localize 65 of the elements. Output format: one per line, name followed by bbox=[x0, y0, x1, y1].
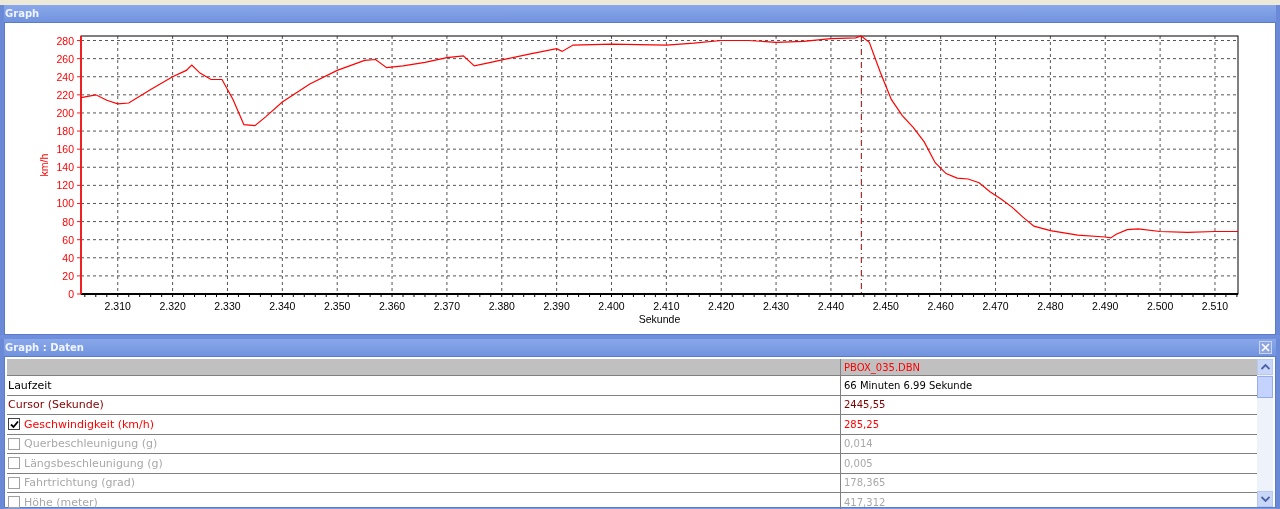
x-tick-label: 2.440 bbox=[817, 300, 845, 312]
checkbox[interactable] bbox=[8, 457, 20, 470]
x-tick-label: 2.310 bbox=[104, 300, 131, 312]
scroll-up-button[interactable] bbox=[1257, 359, 1273, 375]
value-cell-text: 285,25 bbox=[843, 417, 880, 432]
x-tick-label: 2.400 bbox=[598, 300, 625, 312]
y-tick-label: 120 bbox=[56, 179, 74, 192]
x-axis-label: Sekunde bbox=[638, 313, 681, 325]
x-tick-label: 2.500 bbox=[1146, 300, 1174, 312]
y-tick-label: 160 bbox=[56, 143, 74, 156]
close-icon bbox=[1260, 342, 1271, 353]
row-label: Laufzeit bbox=[8, 378, 52, 392]
x-tick-label: 2.390 bbox=[543, 300, 570, 312]
checkbox[interactable] bbox=[8, 418, 20, 431]
y-tick-label: 140 bbox=[56, 161, 74, 174]
x-tick-label: 2.340 bbox=[269, 300, 296, 312]
x-tick-label: 2.410 bbox=[653, 300, 680, 312]
y-tick-label: 240 bbox=[56, 70, 74, 83]
value-cell-text: 0,005 bbox=[843, 456, 874, 471]
y-tick-label: 20 bbox=[62, 269, 74, 282]
row-label: Höhe (meter) bbox=[24, 495, 98, 509]
row-label: Fahrtrichtung (grad) bbox=[24, 476, 135, 490]
x-tick-label: 2.470 bbox=[982, 300, 1009, 312]
value-cell-text: 2445,55 bbox=[843, 398, 887, 413]
x-tick-label: 2.460 bbox=[927, 300, 954, 312]
y-tick-label: 100 bbox=[56, 197, 74, 210]
y-tick-label: 80 bbox=[62, 215, 74, 228]
row-label: Querbeschleunigung (g) bbox=[24, 437, 158, 451]
window-title: Graph : Daten bbox=[5, 342, 84, 353]
x-tick-label: 2.330 bbox=[214, 300, 241, 312]
y-tick-label: 60 bbox=[62, 233, 74, 246]
x-tick-label: 2.360 bbox=[378, 300, 406, 312]
y-tick-label: 220 bbox=[56, 88, 74, 101]
x-tick-label: 2.450 bbox=[872, 300, 899, 312]
checkbox[interactable] bbox=[8, 476, 20, 489]
y-tick-label: 180 bbox=[56, 125, 74, 138]
x-tick-label: 2.510 bbox=[1201, 300, 1229, 312]
x-tick-label: 2.350 bbox=[324, 300, 351, 312]
y-tick-label: 200 bbox=[56, 106, 74, 119]
window-title: Graph bbox=[5, 8, 40, 19]
value-cell-text: 178,365 bbox=[843, 476, 887, 491]
y-tick-label: 0 bbox=[68, 288, 74, 300]
row-label: Längsbeschleunigung (g) bbox=[24, 456, 163, 470]
checkbox[interactable] bbox=[8, 437, 20, 450]
scrollbar[interactable] bbox=[1257, 359, 1273, 507]
close-button[interactable] bbox=[1259, 341, 1272, 354]
scroll-down-button[interactable] bbox=[1257, 491, 1273, 507]
row-label: Geschwindigkeit (km/h) bbox=[24, 417, 155, 431]
x-tick-label: 2.320 bbox=[159, 300, 186, 312]
x-tick-label: 2.370 bbox=[433, 300, 461, 312]
y-tick-label: 40 bbox=[62, 251, 74, 264]
checkbox[interactable] bbox=[8, 496, 20, 509]
x-tick-label: 2.480 bbox=[1037, 300, 1064, 312]
x-tick-label: 2.380 bbox=[488, 300, 515, 312]
x-tick-label: 2.430 bbox=[762, 300, 790, 312]
y-tick-label: 280 bbox=[56, 34, 74, 47]
y-axis-label: km/h bbox=[38, 153, 50, 177]
y-tick-label: 260 bbox=[56, 52, 74, 65]
value-cell-text: 417,312 bbox=[843, 495, 887, 509]
x-tick-label: 2.420 bbox=[708, 300, 735, 312]
x-tick-label: 2.490 bbox=[1092, 300, 1119, 312]
value-cell-text: 0,014 bbox=[843, 437, 874, 452]
row-label: Cursor (Sekunde) bbox=[8, 398, 104, 412]
value-cell-text: 66 Minuten 6.99 Sekunde bbox=[843, 378, 974, 393]
scrollbar-thumb[interactable] bbox=[1257, 376, 1273, 398]
